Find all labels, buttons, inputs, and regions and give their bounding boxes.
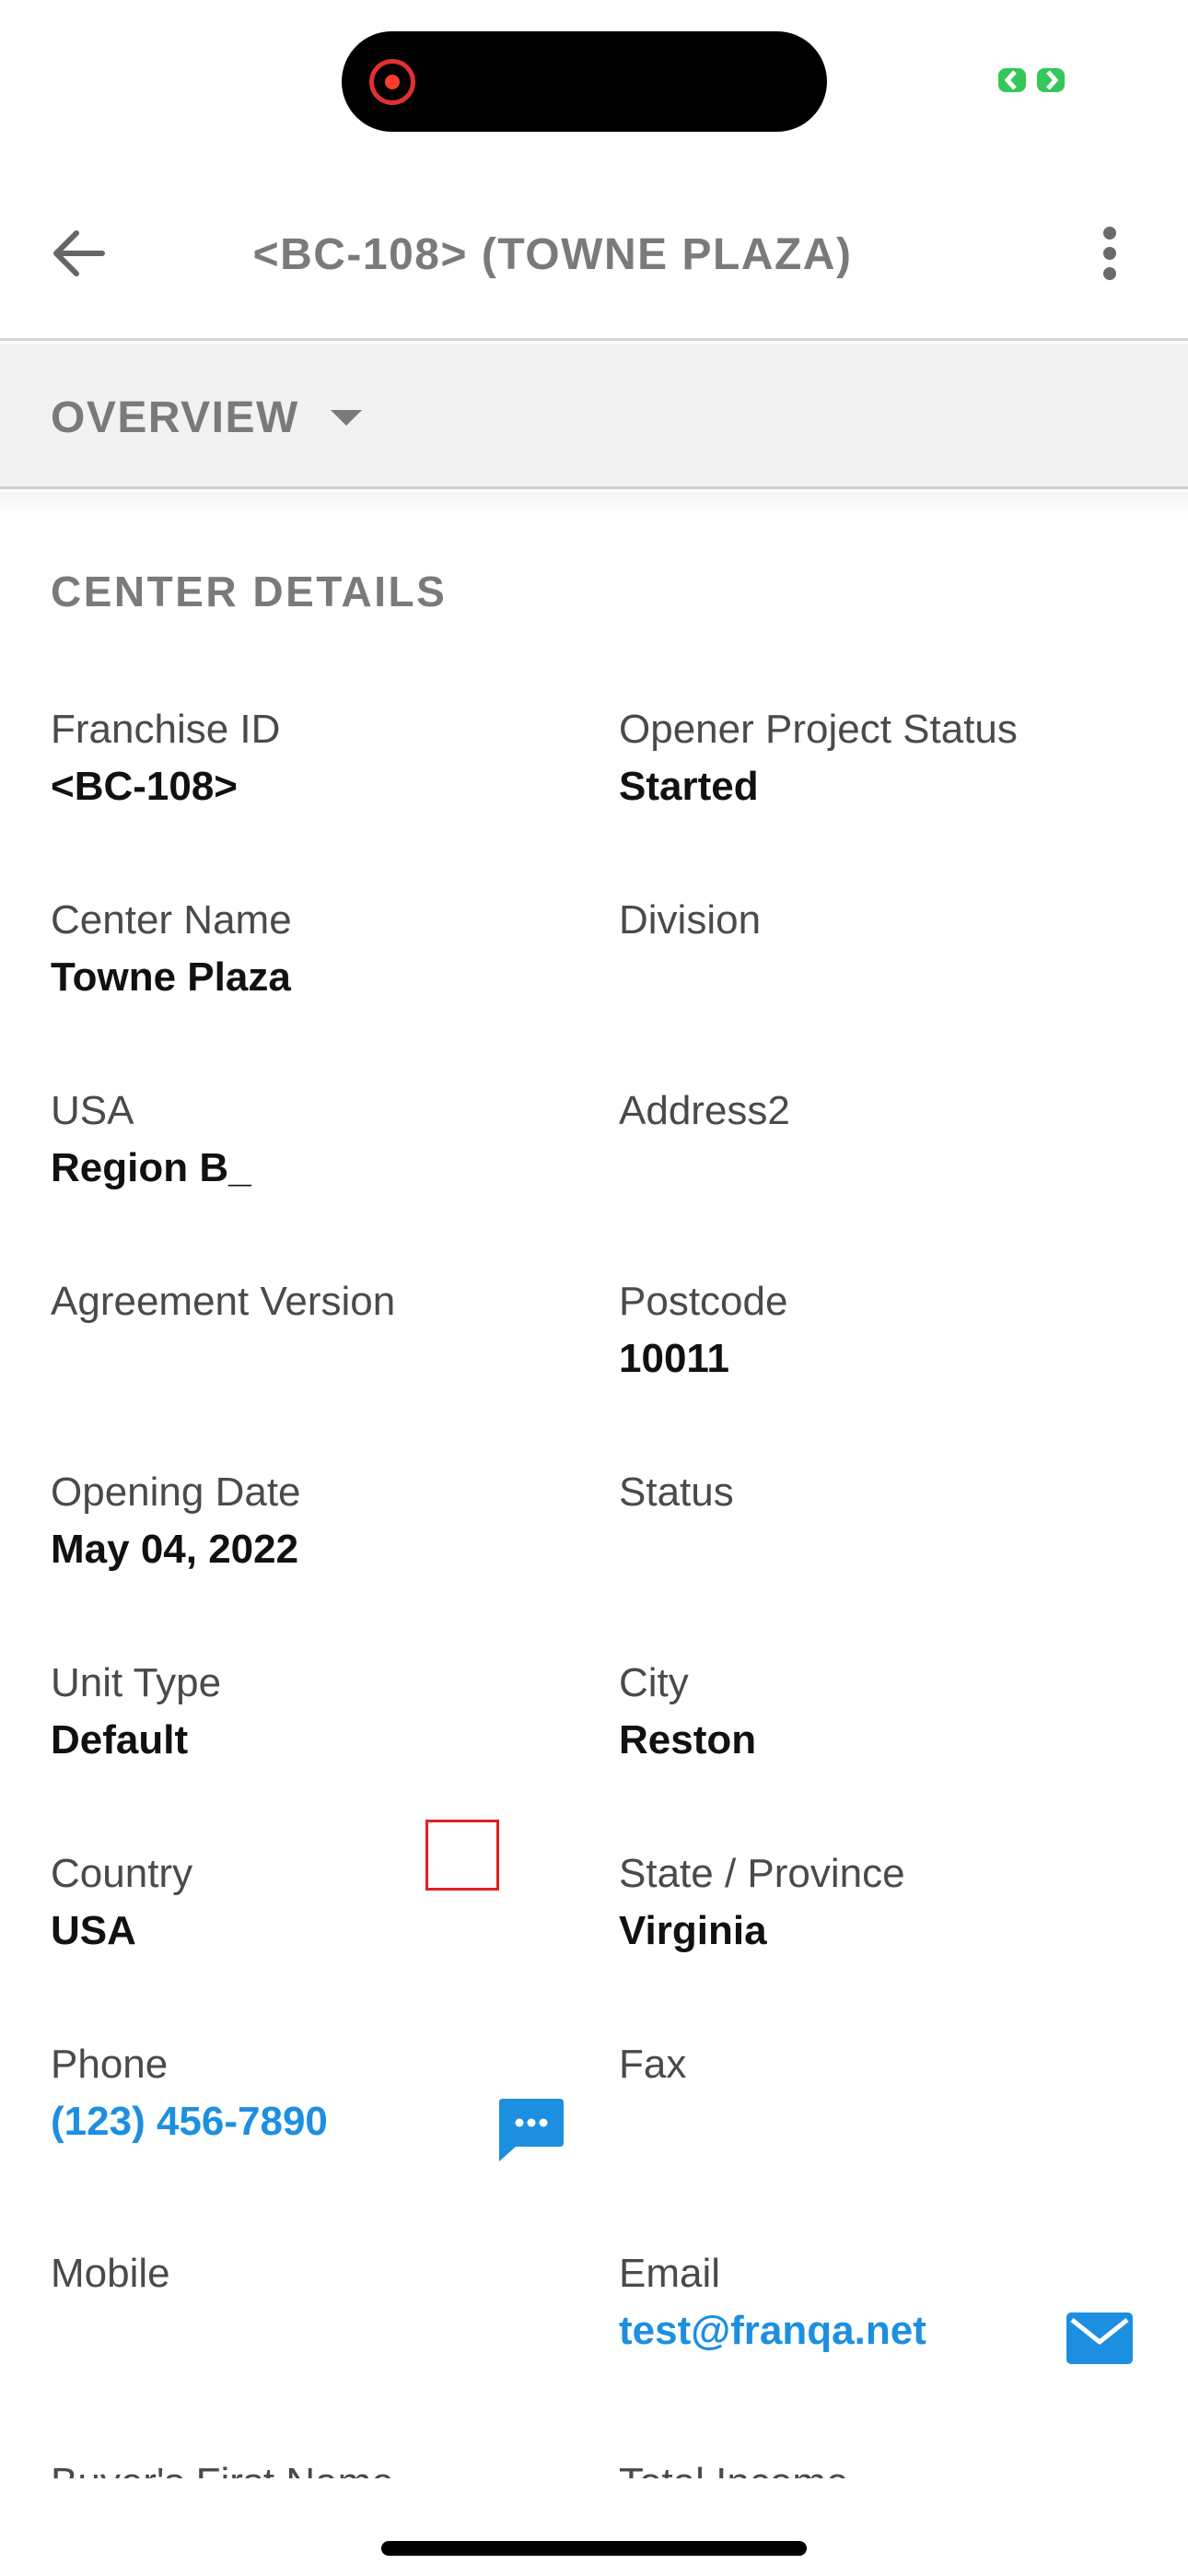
- field-state-province: State / Province Virginia: [619, 1846, 1135, 1961]
- section-heading: CENTER DETAILS: [51, 568, 448, 615]
- field-label: Fax: [619, 2042, 687, 2087]
- field-value: <BC-108>: [51, 764, 239, 809]
- field-opening-date: Opening Date May 04, 2022: [51, 1465, 566, 1579]
- field-status: Status: [619, 1465, 1135, 1520]
- phone-link[interactable]: (123) 456-7890: [51, 2092, 566, 2151]
- field-phone: Phone (123) 456-7890: [51, 2037, 566, 2151]
- field-opener-project-status: Opener Project Status Started: [619, 702, 1135, 816]
- field-label: USA: [51, 1088, 134, 1133]
- field-label: Center Name: [51, 897, 292, 943]
- field-value: Reston: [619, 1717, 757, 1762]
- back-button[interactable]: [37, 212, 120, 295]
- field-email: Email test@franqa.net: [619, 2246, 1135, 2360]
- field-value: Region B_: [51, 1145, 251, 1190]
- field-label: Opening Date: [51, 1469, 301, 1515]
- field-label: Mobile: [51, 2251, 170, 2296]
- field-label: Division: [619, 897, 762, 943]
- field-value: May 04, 2022: [51, 1527, 299, 1572]
- field-label: Email: [619, 2251, 721, 2296]
- status-indicator-icon: [998, 68, 1065, 92]
- screen-recording-icon: [369, 59, 415, 105]
- field-fax: Fax: [619, 2037, 1135, 2092]
- section-dropdown[interactable]: OVERVIEW: [51, 381, 362, 454]
- field-mobile: Mobile: [51, 2246, 566, 2301]
- status-bar: [0, 0, 1188, 166]
- home-indicator[interactable]: [381, 2541, 807, 2556]
- field-label: Phone: [51, 2042, 169, 2087]
- field-value: 10011: [619, 1336, 729, 1381]
- chat-bubble-icon: [499, 2099, 564, 2161]
- field-label: Unit Type: [51, 1660, 222, 1705]
- email-link[interactable]: test@franqa.net: [619, 2301, 1135, 2360]
- field-label: City: [619, 1660, 689, 1705]
- section-bar: OVERVIEW: [0, 344, 1188, 489]
- page-title: <BC-108> (TOWNE PLAZA): [252, 230, 853, 279]
- caret-down-icon: [330, 409, 362, 426]
- field-label: Postcode: [619, 1279, 788, 1324]
- vertical-dots-icon: [1103, 227, 1116, 280]
- dynamic-island: [342, 31, 827, 132]
- field-city: City Reston: [619, 1656, 1135, 1770]
- field-value: Virginia: [619, 1908, 767, 1953]
- field-unit-type: Unit Type Default: [51, 1656, 566, 1770]
- app-header: <BC-108> (TOWNE PLAZA): [0, 166, 1188, 341]
- field-division: Division: [619, 893, 1135, 948]
- send-email-button[interactable]: [1066, 2313, 1133, 2364]
- field-agreement-version: Agreement Version: [51, 1274, 566, 1329]
- message-button[interactable]: [497, 2097, 565, 2163]
- field-address2: Address2: [619, 1083, 1135, 1139]
- arrow-left-icon: [53, 230, 105, 276]
- field-value: Started: [619, 764, 759, 809]
- field-label: Status: [619, 1469, 734, 1515]
- field-label: Opener Project Status: [619, 707, 1018, 752]
- bottom-bar: [0, 2478, 1188, 2576]
- field-franchise-id: Franchise ID <BC-108>: [51, 702, 566, 816]
- field-label: Agreement Version: [51, 1279, 396, 1324]
- more-options-button[interactable]: [1068, 212, 1151, 295]
- section-dropdown-label: OVERVIEW: [51, 392, 299, 442]
- focus-outline: [425, 1820, 499, 1891]
- field-value: Default: [51, 1717, 189, 1762]
- field-label: State / Province: [619, 1851, 905, 1896]
- field-label: Franchise ID: [51, 707, 281, 752]
- field-value: Towne Plaza: [51, 954, 291, 1000]
- envelope-icon: [1066, 2313, 1133, 2364]
- field-label: Address2: [619, 1088, 790, 1133]
- app-screen: <BC-108> (TOWNE PLAZA) OVERVIEW CENTER D…: [0, 0, 1188, 2576]
- field-center-name: Center Name Towne Plaza: [51, 893, 566, 1007]
- content-divider: [0, 492, 1188, 520]
- field-usa: USA Region B_: [51, 1083, 566, 1198]
- field-value: USA: [51, 1908, 136, 1953]
- field-postcode: Postcode 10011: [619, 1274, 1135, 1388]
